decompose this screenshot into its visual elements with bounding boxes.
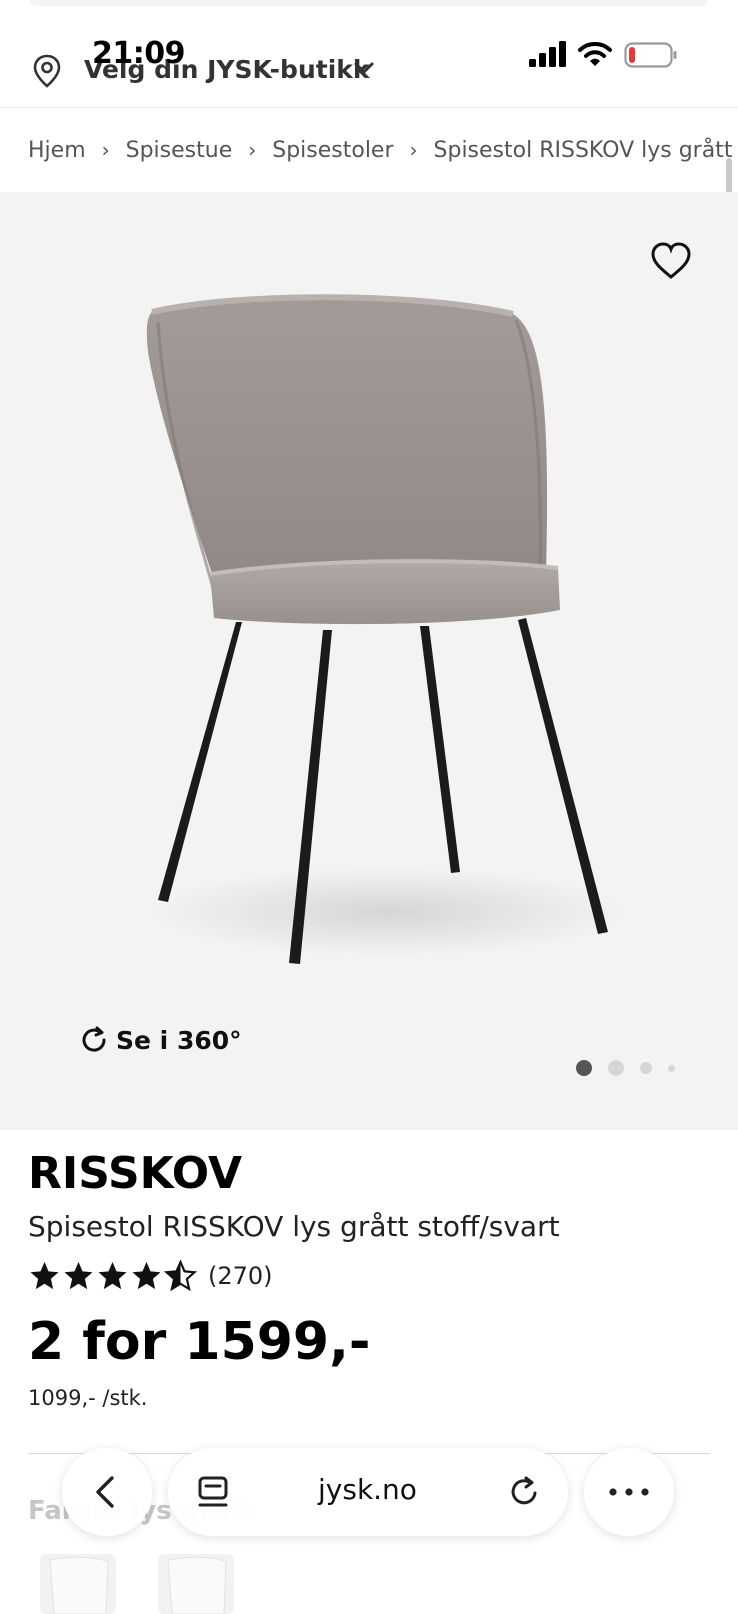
product-image-chair[interactable] xyxy=(118,292,638,982)
store-bar: Velg din JYSK-butikk 21:09 xyxy=(0,0,738,108)
url-text: jysk.no xyxy=(318,1473,417,1506)
swatch-chair-thumbnail xyxy=(49,1556,109,1614)
gallery-pagination xyxy=(576,1060,675,1076)
product-price: 2 for 1599,- xyxy=(28,1312,371,1372)
reload-icon[interactable] xyxy=(506,1474,542,1510)
breadcrumb: Hjem › Spisestue › Spisestoler › Spisest… xyxy=(0,108,738,192)
tabs-overview-icon[interactable] xyxy=(196,1474,230,1510)
product-name: Spisestol RISSKOV lys grått stoff/svart xyxy=(28,1210,560,1243)
breadcrumb-separator-icon: › xyxy=(101,138,110,162)
browser-url-bar[interactable]: jysk.no xyxy=(168,1448,568,1536)
review-count[interactable]: (270) xyxy=(208,1262,273,1290)
chevron-down-icon[interactable] xyxy=(353,60,375,76)
product-brand: RISSKOV xyxy=(28,1148,243,1199)
color-swatch-light-grey[interactable] xyxy=(40,1554,116,1614)
star-full-icon xyxy=(132,1262,161,1290)
more-horizontal-icon xyxy=(609,1488,649,1496)
star-full-icon xyxy=(30,1262,59,1290)
unit-price: 1099,- /stk. xyxy=(28,1386,148,1410)
breadcrumb-item-home[interactable]: Hjem xyxy=(28,138,86,163)
gallery-dot[interactable] xyxy=(668,1064,675,1072)
battery-low-icon xyxy=(624,42,677,68)
cellular-signal-icon xyxy=(529,41,566,67)
breadcrumb-item-current[interactable]: Spisestol RISSKOV lys grått stoff/svart xyxy=(434,138,738,163)
breadcrumb-item-dining-room[interactable]: Spisestue xyxy=(126,138,233,163)
color-swatch-dark[interactable] xyxy=(158,1554,234,1614)
view-360-button[interactable]: Se i 360° xyxy=(78,1024,242,1056)
product-image-gallery[interactable]: Se i 360° xyxy=(0,192,738,1130)
wifi-icon xyxy=(578,42,612,66)
breadcrumb-item-dining-chairs[interactable]: Spisestoler xyxy=(272,138,393,163)
breadcrumb-separator-icon: › xyxy=(248,138,257,162)
gallery-dot-active[interactable] xyxy=(576,1060,592,1076)
browser-back-button[interactable] xyxy=(62,1448,152,1536)
browser-more-button[interactable] xyxy=(584,1448,674,1536)
product-rating[interactable]: (270) xyxy=(28,1260,273,1292)
rotate-360-icon xyxy=(82,1026,106,1052)
gallery-dot[interactable] xyxy=(608,1060,624,1076)
star-full-icon xyxy=(64,1262,93,1290)
heart-favorite-icon[interactable] xyxy=(650,242,692,280)
star-full-icon xyxy=(98,1262,127,1290)
chevron-left-icon xyxy=(96,1476,114,1508)
star-half-icon xyxy=(164,1260,197,1292)
location-pin-icon[interactable] xyxy=(32,54,62,88)
status-time: 21:09 xyxy=(92,36,186,71)
swatch-chair-thumbnail xyxy=(167,1556,227,1614)
view-360-label: Se i 360° xyxy=(116,1025,242,1055)
gallery-dot[interactable] xyxy=(640,1062,652,1074)
breadcrumb-separator-icon: › xyxy=(409,138,418,162)
